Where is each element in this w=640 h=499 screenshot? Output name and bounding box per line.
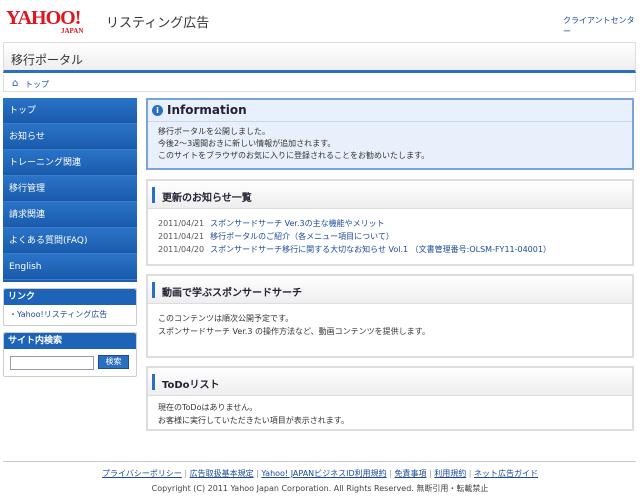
sidebar-nav: トップ お知らせ トレーニング関連 移行管理 請求関連 よくある質問(FAQ) … — [3, 98, 137, 282]
information-panel: i Information 移行ポータルを公開しました。 今後2～3週間おきに新し… — [146, 98, 634, 170]
video-line: このコンテンツは順次公開予定です。 — [158, 314, 294, 323]
nav-news[interactable]: お知らせ — [3, 124, 137, 150]
ad-policy-link[interactable]: 広告取扱基本規定 — [190, 469, 254, 478]
information-title: Information — [167, 103, 247, 117]
links-box: リンク ・Yahoo!リスティング広告 — [3, 288, 137, 326]
video-line: スポンサードサーチ Ver.3 の操作方法など、動画コンテンツを提供します。 — [158, 327, 430, 336]
info-line: 今後2～3週間おきに新しい情報が追加されます。 — [158, 139, 336, 148]
site-search-box: サイト内検索 検索 — [3, 332, 137, 377]
nav-migration[interactable]: 移行管理 — [3, 176, 137, 202]
news-item: 2011/04/21 移行ポータルのご紹介（各メニュー項目について） — [158, 232, 394, 241]
news-item: 2011/04/20 スポンサードサーチ移行に関する大切なお知らせ Vol.1 （… — [158, 245, 551, 254]
nav-training[interactable]: トレーニング関連 — [3, 150, 137, 176]
yahoo-listing-link[interactable]: ・Yahoo!リスティング広告 — [9, 310, 107, 319]
breadcrumb-top[interactable]: トップ — [25, 79, 49, 90]
page-title: 移行ポータル — [11, 53, 84, 67]
search-box-title: サイト内検索 — [4, 333, 136, 349]
news-link[interactable]: 移行ポータルのご紹介（各メニュー項目について） — [210, 232, 394, 241]
product-name: リスティング広告 — [106, 16, 210, 31]
info-line: 移行ポータルを公開しました。 — [158, 127, 270, 136]
yahoo-logo[interactable]: YAHOO! JAPAN — [6, 8, 102, 36]
breadcrumb: ⌂ トップ — [3, 75, 636, 92]
links-box-title: リンク — [4, 289, 136, 305]
todo-title: ToDoリスト — [162, 380, 220, 391]
todo-panel: ToDoリスト 現在のToDoはありません。 お客様に実行していただきたい項目が… — [146, 366, 634, 431]
search-button[interactable]: 検索 — [98, 355, 129, 369]
disclaimer-link[interactable]: 免責事項 — [394, 469, 426, 478]
news-link[interactable]: スポンサードサーチ移行に関する大切なお知らせ Vol.1 （文書管理番号:OLS… — [210, 245, 551, 254]
todo-line: お客様に実行していただきたい項目が表示されます。 — [158, 416, 349, 425]
news-link[interactable]: スポンサードサーチ Ver.3の主な機能やメリット — [210, 219, 385, 228]
nav-top[interactable]: トップ — [3, 98, 137, 124]
updates-panel: 更新のお知らせ一覧 2011/04/21 スポンサードサーチ Ver.3の主な機能… — [146, 179, 634, 266]
copyright: Copyright (C) 2011 Yahoo Japan Corporati… — [151, 484, 489, 493]
updates-title: 更新のお知らせ一覧 — [162, 193, 252, 204]
portal-title-bar: 移行ポータル — [3, 42, 636, 73]
info-icon: i — [152, 105, 163, 116]
home-icon[interactable]: ⌂ — [12, 78, 18, 89]
client-center-link[interactable]: クライアントセンター — [563, 15, 640, 37]
terms-link[interactable]: 利用規約 — [434, 469, 466, 478]
nav-billing[interactable]: 請求関連 — [3, 202, 137, 228]
privacy-policy-link[interactable]: プライバシーポリシー — [102, 469, 182, 478]
footer-divider — [3, 461, 636, 462]
video-panel: 動画で学ぶスポンサードサーチ このコンテンツは順次公開予定です。 スポンサードサ… — [146, 274, 634, 358]
search-input[interactable] — [10, 356, 94, 370]
business-id-terms-link[interactable]: Yahoo! JAPANビジネスID利用規約 — [261, 469, 386, 478]
info-line: このサイトをブラウザのお気に入りに登録されることをお勧めいたします。 — [158, 151, 430, 160]
news-item: 2011/04/21 スポンサードサーチ Ver.3の主な機能やメリット — [158, 219, 385, 228]
todo-line: 現在のToDoはありません。 — [158, 403, 258, 412]
ad-guide-link[interactable]: ネット広告ガイド — [474, 469, 538, 478]
footer-links: プライバシーポリシー | 広告取扱基本規定 | Yahoo! JAPANビジネス… — [101, 469, 539, 478]
nav-english[interactable]: English — [3, 254, 137, 280]
nav-faq[interactable]: よくある質問(FAQ) — [3, 228, 137, 254]
video-title: 動画で学ぶスポンサードサーチ — [162, 288, 302, 299]
